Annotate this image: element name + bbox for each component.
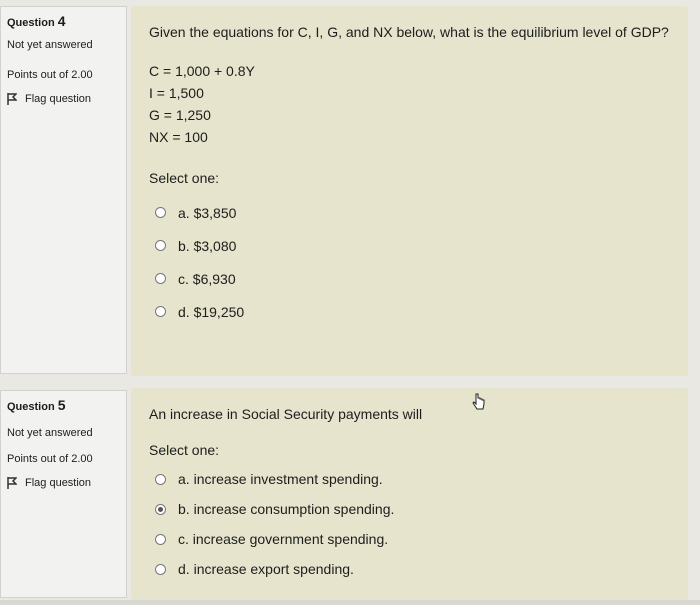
select-one-label: Select one: (149, 170, 220, 186)
question-4-text: Given the equations for C, I, G, and NX … (149, 24, 669, 40)
answer-option-d[interactable]: d. increase export spending. (149, 554, 670, 584)
equation-g: G = 1,250 (149, 107, 211, 123)
radio-d[interactable] (155, 306, 166, 317)
question-label: Question (7, 17, 55, 29)
radio-d[interactable] (155, 563, 166, 575)
answer-letter: b. (178, 501, 190, 517)
answer-text: $3,850 (193, 204, 237, 221)
answer-options: a. $3,850 b. $3,080 c. $6,930 d. $19,250 (149, 196, 670, 328)
radio-c[interactable] (155, 533, 166, 545)
page-bottom-strip (0, 600, 700, 605)
question-5-info: Question 5 Not yet answered Points out o… (0, 390, 127, 598)
answer-text: $6,930 (192, 270, 236, 287)
radio-b-selected[interactable] (155, 503, 166, 515)
flag-icon (7, 93, 17, 105)
equation-nx: NX = 100 (149, 129, 208, 145)
answer-text: increase investment spending. (193, 471, 383, 487)
answer-text: $19,250 (193, 303, 245, 320)
pointer-cursor-icon (472, 393, 485, 410)
equation-c: C = 1,000 + 0.8Y (149, 63, 255, 79)
question-number-value: 5 (57, 397, 66, 413)
flag-question-button[interactable]: Flag question (7, 93, 120, 105)
question-5-text: An increase in Social Security payments … (149, 406, 423, 422)
flag-icon (7, 477, 17, 489)
answer-letter: c. (178, 531, 189, 547)
answer-letter: d. (178, 561, 190, 577)
answer-options: a. increase investment spending. b. incr… (149, 464, 670, 584)
question-points: Points out of 2.00 (7, 69, 93, 81)
question-number-value: 4 (57, 13, 66, 29)
answer-option-d[interactable]: d. $19,250 (149, 295, 670, 328)
question-label: Question (7, 401, 55, 413)
answer-text: increase consumption spending. (193, 501, 395, 517)
radio-a[interactable] (155, 473, 166, 485)
question-status: Not yet answered (7, 39, 93, 51)
question-status: Not yet answered (7, 427, 93, 439)
select-one-label: Select one: (149, 442, 220, 458)
answer-option-c[interactable]: c. $6,930 (149, 262, 670, 295)
answer-letter: d. (178, 303, 190, 320)
radio-b[interactable] (155, 240, 166, 251)
radio-c[interactable] (155, 273, 166, 284)
flag-question-label: Flag question (25, 477, 92, 489)
answer-option-b[interactable]: b. increase consumption spending. (149, 494, 670, 524)
question-5-content: An increase in Social Security payments … (131, 388, 688, 600)
answer-letter: c. (178, 270, 189, 287)
question-number: Question 5 (7, 397, 120, 413)
answer-option-c[interactable]: c. increase government spending. (149, 524, 670, 554)
answer-option-b[interactable]: b. $3,080 (149, 229, 670, 262)
answer-text: increase export spending. (193, 561, 354, 577)
answer-letter: a. (178, 471, 190, 487)
radio-a[interactable] (155, 207, 166, 218)
answer-option-a[interactable]: a. increase investment spending. (149, 464, 670, 494)
flag-question-label: Flag question (25, 93, 92, 105)
question-4-content: Given the equations for C, I, G, and NX … (131, 6, 688, 376)
answer-text: $3,080 (193, 237, 237, 254)
answer-letter: a. (178, 204, 190, 221)
answer-option-a[interactable]: a. $3,850 (149, 196, 670, 229)
equations-block: C = 1,000 + 0.8Y I = 1,500 G = 1,250 NX … (149, 60, 670, 148)
question-number: Question 4 (7, 13, 120, 29)
flag-question-button[interactable]: Flag question (7, 477, 120, 489)
answer-text: increase government spending. (192, 531, 389, 547)
equation-i: I = 1,500 (149, 85, 204, 101)
question-points: Points out of 2.00 (7, 453, 93, 465)
answer-letter: b. (178, 237, 190, 254)
question-4-info: Question 4 Not yet answered Points out o… (0, 6, 127, 374)
